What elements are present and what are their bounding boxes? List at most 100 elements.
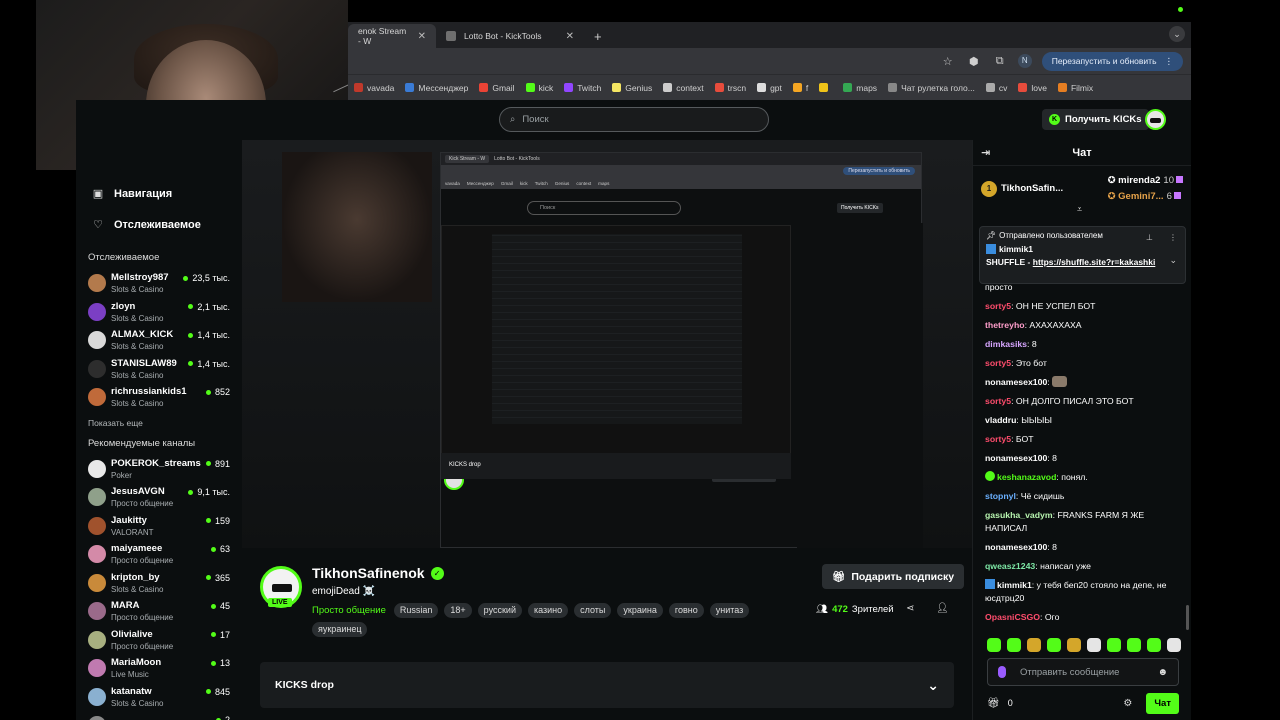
- search-input[interactable]: ⌕ Поиск: [499, 107, 769, 132]
- tab-lotto-bot[interactable]: Lotto Bot - KickTools ✕: [436, 24, 584, 48]
- shield-icon[interactable]: ⬢: [966, 55, 982, 68]
- bookmark-item[interactable]: Genius: [612, 83, 652, 93]
- tab-search-chevron-icon[interactable]: ⌄: [1169, 26, 1185, 42]
- profile-avatar[interactable]: N: [1017, 54, 1032, 68]
- extensions-icon[interactable]: ⧉: [992, 55, 1008, 68]
- chat-username[interactable]: keshanazavod: [997, 472, 1056, 482]
- sidebar-channel[interactable]: maiyameee Просто общение 63: [76, 540, 242, 569]
- sidebar-nav-following[interactable]: ♡ Отслеживаемое: [92, 209, 242, 240]
- category-link[interactable]: Просто общение: [312, 604, 386, 618]
- bookmark-item[interactable]: maps: [843, 83, 877, 93]
- stream-tag[interactable]: унитаз: [709, 603, 750, 618]
- unpin-icon[interactable]: ⊥: [1146, 233, 1153, 242]
- microphone-icon[interactable]: [998, 666, 1006, 678]
- chat-username[interactable]: sorty5: [985, 358, 1011, 368]
- stream-tag[interactable]: говно: [668, 603, 704, 618]
- sidebar-channel[interactable]: JesusAVGN Просто общение 9,1 тыс.: [76, 483, 242, 512]
- bookmark-item[interactable]: Twitch: [564, 83, 601, 93]
- bookmark-item[interactable]: love: [1018, 83, 1047, 93]
- close-icon[interactable]: ✕: [418, 31, 426, 42]
- bookmark-item[interactable]: Мессенджер: [405, 83, 468, 93]
- tab-kick-stream[interactable]: enok Stream - W ✕: [348, 24, 436, 48]
- chat-username[interactable]: vladdru: [985, 415, 1016, 425]
- bookmark-item[interactable]: trscn: [714, 83, 746, 93]
- pinned-user[interactable]: kimmik1: [986, 244, 1179, 254]
- sidebar-channel[interactable]: MARA Просто общение 45: [76, 597, 242, 626]
- pinned-link[interactable]: https://shuffle.site?r=kakashki: [1033, 257, 1156, 267]
- chat-scrollbar[interactable]: [1186, 605, 1189, 630]
- chat-username[interactable]: sorty5: [985, 301, 1011, 311]
- bookmark-item[interactable]: gpt: [757, 83, 782, 93]
- emote-icon[interactable]: [1107, 638, 1121, 652]
- chat-username[interactable]: nonamesex100: [985, 377, 1047, 387]
- sidebar-channel[interactable]: AdXRev2: [76, 711, 242, 720]
- send-chat-button[interactable]: Чат: [1146, 692, 1179, 714]
- stream-tag[interactable]: украина: [617, 603, 663, 618]
- stream-tag[interactable]: русский: [477, 603, 522, 618]
- stream-tag[interactable]: яукраинец: [312, 622, 368, 637]
- chat-username[interactable]: sorty5: [985, 434, 1011, 444]
- bookmark-item[interactable]: cv: [985, 83, 1007, 93]
- bookmark-item[interactable]: f: [792, 83, 808, 93]
- chat-username[interactable]: thetreyho: [985, 320, 1025, 330]
- bookmark-item[interactable]: kick: [525, 83, 553, 93]
- leaderboard-entry[interactable]: ✪ mirenda2 10: [1108, 173, 1183, 189]
- stream-tag[interactable]: 18+: [444, 603, 472, 618]
- bookmark-item[interactable]: [819, 83, 832, 92]
- emote-icon[interactable]: [1047, 638, 1061, 652]
- chat-username[interactable]: nonamesex100: [985, 542, 1047, 552]
- emote-icon[interactable]: [1007, 638, 1021, 652]
- stream-tag[interactable]: слоты: [574, 603, 612, 618]
- emote-icon[interactable]: [1027, 638, 1041, 652]
- sidebar-channel[interactable]: STANISLAW89 Slots & Casino 1,4 тыс.: [76, 355, 242, 384]
- sidebar-channel[interactable]: richrussiankids1 Slots & Casino 852: [76, 383, 242, 412]
- chat-username[interactable]: qweasz1243: [985, 561, 1035, 571]
- gift-subscription-button[interactable]: 🎁︎ Подарить подписку: [822, 564, 965, 589]
- sidebar-channel[interactable]: Olivialive Просто общение 17: [76, 626, 242, 655]
- stream-tag[interactable]: Russian: [393, 603, 439, 618]
- close-icon[interactable]: ✕: [566, 31, 574, 42]
- kicks-drop-panel[interactable]: KICKS drop ⌄: [260, 662, 954, 708]
- leaderboard-top[interactable]: 1 TikhonSafin...: [981, 180, 1063, 197]
- emote-icon[interactable]: [1067, 638, 1081, 652]
- chevron-down-icon[interactable]: ⌄: [1169, 255, 1177, 266]
- streamer-name[interactable]: TikhonSafinenok ✓: [312, 565, 444, 581]
- emote-icon[interactable]: [1087, 638, 1101, 652]
- gear-icon[interactable]: ⚙: [1123, 698, 1132, 709]
- emote-icon[interactable]: [1147, 638, 1161, 652]
- bookmark-item[interactable]: context: [663, 83, 704, 93]
- chat-username[interactable]: kimmik1: [997, 580, 1032, 590]
- sidebar-channel[interactable]: POKEROK_streams Poker 891: [76, 455, 242, 484]
- emote-icon[interactable]: [1127, 638, 1141, 652]
- more-icon[interactable]: ⋮: [1169, 233, 1177, 242]
- share-icon[interactable]: ⋖: [906, 603, 914, 614]
- bookmark-item[interactable]: vavada: [354, 83, 394, 93]
- get-kicks-button[interactable]: K Получить KICKs: [1042, 109, 1149, 130]
- bookmark-item[interactable]: Чат рулетка голо...: [888, 83, 975, 93]
- emote-icon[interactable]: [1167, 638, 1181, 652]
- emoji-picker-icon[interactable]: ☻: [1157, 667, 1168, 678]
- chat-username[interactable]: nonamesex100: [985, 453, 1047, 463]
- stream-tag[interactable]: казино: [527, 603, 569, 618]
- chat-username[interactable]: gasukha_vadym: [985, 510, 1053, 520]
- sidebar-channel[interactable]: katanatw Slots & Casino 845: [76, 683, 242, 712]
- chat-username[interactable]: sorty5: [985, 396, 1011, 406]
- bookmark-item[interactable]: Filmix: [1057, 83, 1093, 93]
- video-player[interactable]: Kick Stream - W Lotto Bot - KickTools Пе…: [242, 140, 972, 548]
- user-avatar[interactable]: [1145, 109, 1166, 130]
- chat-input[interactable]: Отправить сообщение ☻: [987, 658, 1179, 686]
- follow-user-icon[interactable]: 👤︎: [936, 603, 949, 614]
- chat-username[interactable]: OpasniCSGO: [985, 612, 1040, 622]
- expand-leaderboard-icon[interactable]: ⩡: [1077, 204, 1082, 215]
- sidebar-channel[interactable]: Jaukitty VALORANT 159: [76, 512, 242, 541]
- new-tab-button[interactable]: +: [584, 29, 612, 48]
- sidebar-channel[interactable]: kripton_by Slots & Casino 365: [76, 569, 242, 598]
- collapse-chat-icon[interactable]: ⇥: [981, 146, 990, 159]
- sidebar-channel[interactable]: Mellstroy987 Slots & Casino 23,5 тыс.: [76, 269, 242, 298]
- bookmark-item[interactable]: Gmail: [479, 83, 515, 93]
- relaunch-button[interactable]: Перезапустить и обновить ⋮: [1041, 51, 1183, 71]
- sidebar-channel[interactable]: MariaMoon Live Music 13: [76, 654, 242, 683]
- kicks-gift-icon[interactable]: 🎁︎: [987, 698, 1000, 709]
- leaderboard-entry[interactable]: ✪ Gemini7... 6: [1108, 189, 1183, 205]
- emote-icon[interactable]: [987, 638, 1001, 652]
